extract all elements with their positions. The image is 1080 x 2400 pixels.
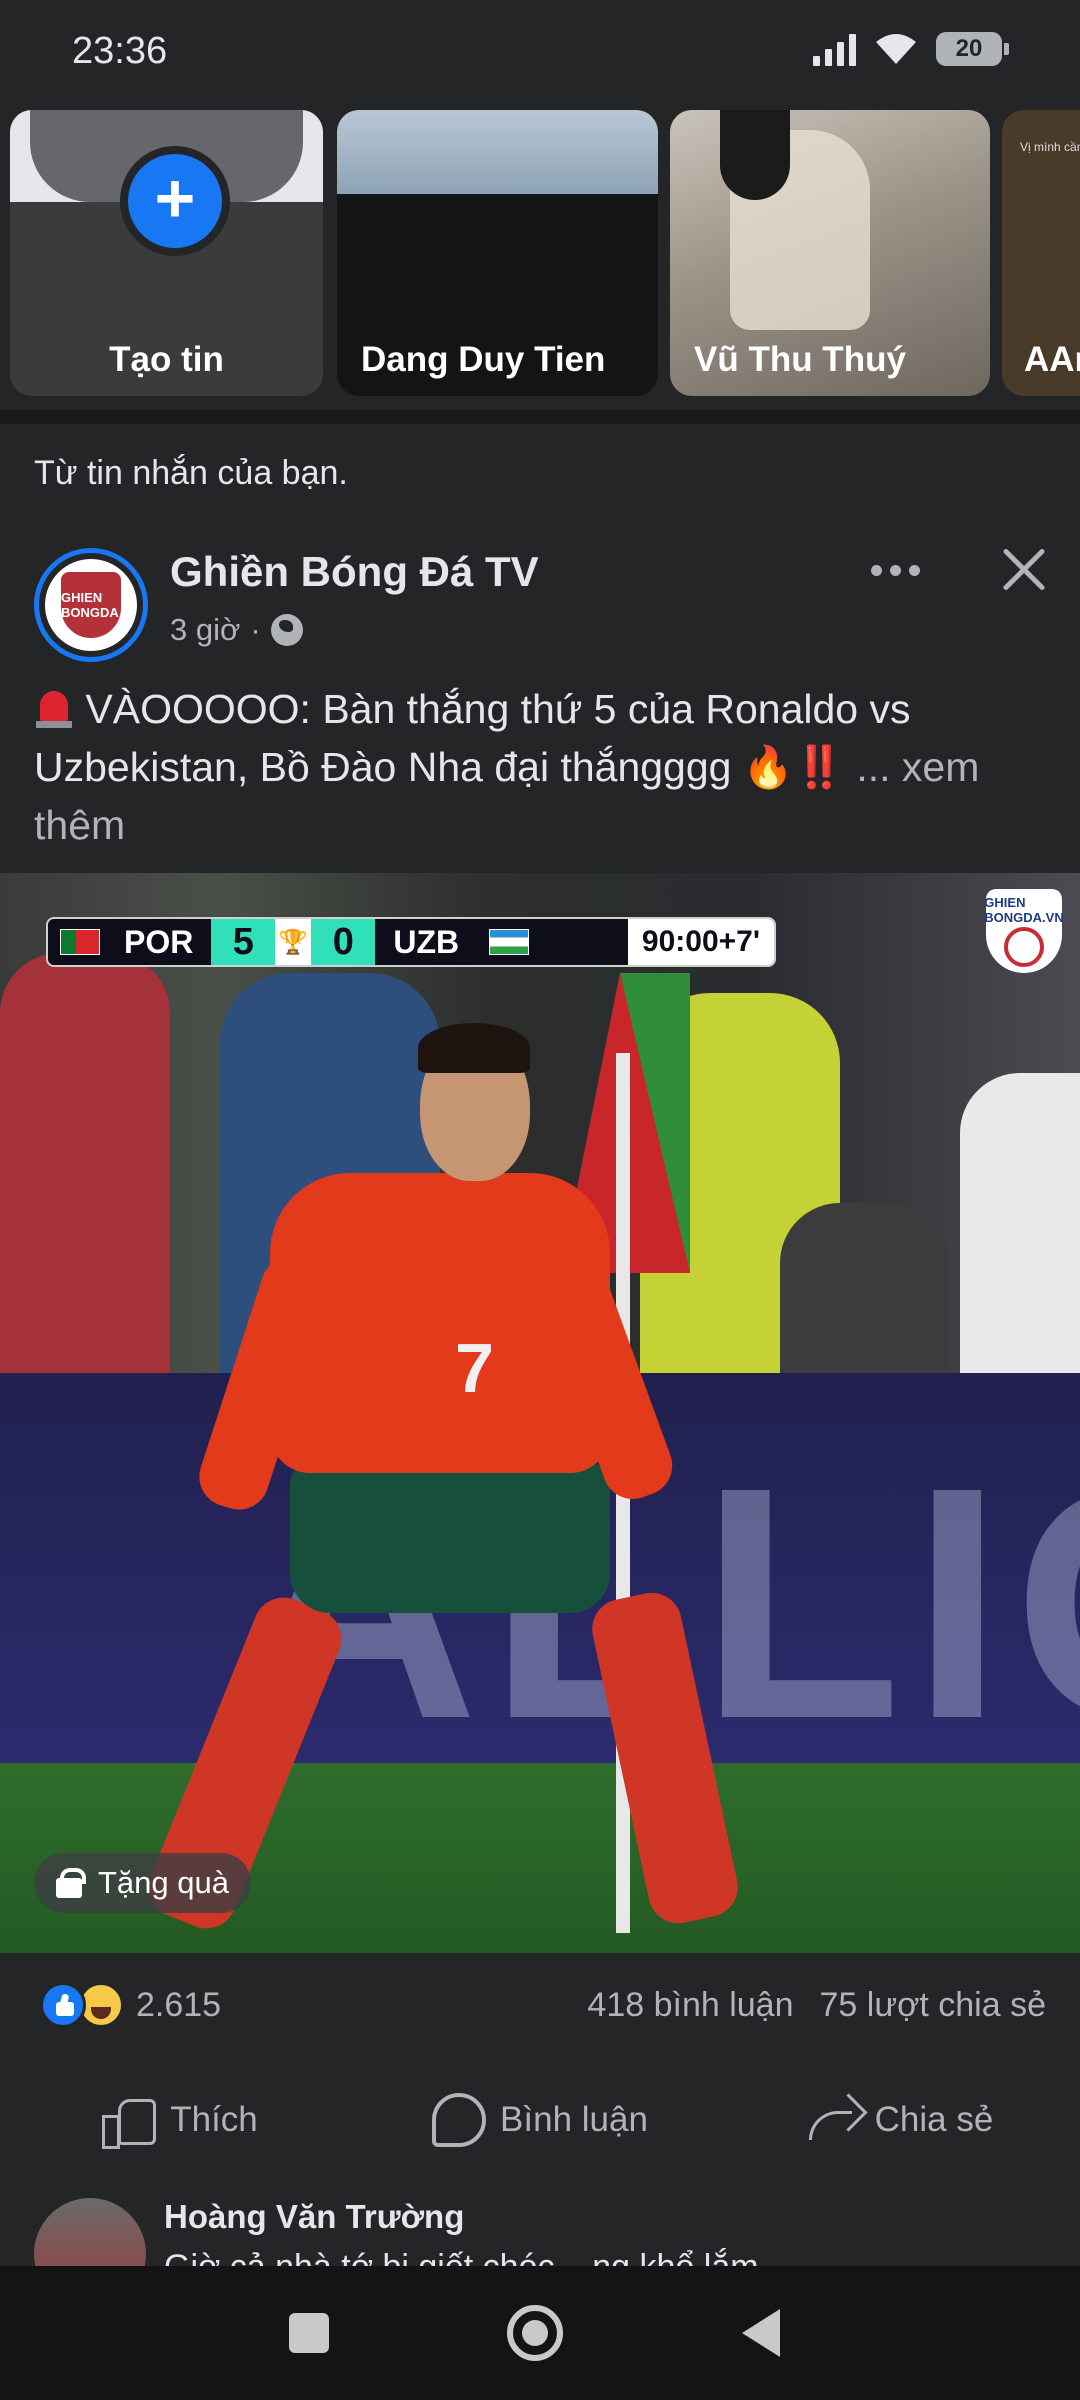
gift-label: Tặng quà <box>98 1865 229 1900</box>
story-card[interactable]: Dang Duy Tien <box>337 110 658 396</box>
stories-row[interactable]: + Tạo tin Dang Duy Tien Vũ Thu Thuý Vị m… <box>0 106 1080 406</box>
image-figure <box>960 1073 1080 1373</box>
post-image[interactable]: ALLIOO 7 POR 5 🏆 0 UZB 90:00+7' GHIEN BO… <box>0 873 1080 1953</box>
section-divider <box>0 410 1080 424</box>
image-figure <box>0 953 170 1373</box>
story-caption: Vị mình cần <box>1020 140 1080 154</box>
system-nav-bar <box>0 2266 1080 2400</box>
recents-icon <box>289 2313 329 2353</box>
reactions-summary[interactable]: 2.615 <box>40 1982 221 2028</box>
globe-icon <box>270 614 303 646</box>
home-score: 5 <box>211 919 276 965</box>
plus-icon[interactable]: + <box>120 146 230 256</box>
comment-icon <box>432 2093 487 2147</box>
story-card[interactable]: Vũ Thu Thuý <box>670 110 990 396</box>
watermark-logo: GHIEN BONGDA.VN <box>984 889 1064 973</box>
image-figure <box>290 1463 610 1613</box>
away-score: 0 <box>311 919 376 965</box>
post-action-bar: Thích Bình luận Chia sẻ <box>0 2080 1080 2160</box>
story-label: Vũ Thu Thuý <box>694 340 906 379</box>
status-icons: 20 <box>813 32 1009 66</box>
battery-icon: 20 <box>936 32 1009 66</box>
ball-icon <box>1004 927 1044 967</box>
engagement-counts: 418 bình luận 75 lượt chia sẻ <box>587 1986 1046 2025</box>
signal-icon <box>813 32 856 66</box>
post-text: VÀOOOOO: Bàn thắng thứ 5 của Ronaldo vs … <box>34 680 1054 854</box>
story-thumbnail-detail <box>720 110 790 200</box>
comment-text: Giờ cả nhà tớ bị giết chóc ...ng khổ lắm <box>164 2248 759 2266</box>
like-button[interactable]: Thích <box>0 2080 360 2160</box>
home-icon <box>507 2305 563 2361</box>
watermark-text: GHIEN BONGDA.VN <box>984 895 1064 925</box>
page-avatar[interactable]: GHIEN BONGDA <box>34 548 148 662</box>
reaction-count: 2.615 <box>136 1985 222 2024</box>
back-icon <box>742 2309 780 2357</box>
wifi-icon <box>876 34 916 64</box>
jersey-number: 7 <box>455 1329 494 1407</box>
feed-hint: Từ tin nhắn của bạn. <box>34 454 348 492</box>
status-bar: 23:36 20 <box>0 0 1080 106</box>
commenter-name[interactable]: Hoàng Văn Trường <box>164 2198 464 2236</box>
image-figure <box>780 1203 950 1373</box>
home-team: POR <box>124 923 194 960</box>
post-time[interactable]: 3 giờ <box>170 612 240 648</box>
story-label: AAn <box>1024 340 1080 379</box>
comment-button[interactable]: Bình luận <box>360 2080 720 2160</box>
create-story-card[interactable]: + Tạo tin <box>10 110 323 396</box>
away-team: UZB <box>393 923 460 960</box>
uzbekistan-flag-icon <box>489 929 530 955</box>
send-gift-button[interactable]: Tặng quà <box>34 1853 251 1913</box>
story-label: Tạo tin <box>109 340 224 379</box>
share-label: Chia sẻ <box>874 2100 994 2139</box>
gift-icon <box>52 1866 86 1900</box>
story-label: Dang Duy Tien <box>361 340 606 379</box>
more-options-button[interactable] <box>860 540 930 600</box>
page-logo: GHIEN BONGDA <box>61 572 121 638</box>
thumbs-up-icon <box>102 2095 157 2149</box>
story-card[interactable]: Vị mình cần AAn <box>1002 110 1080 396</box>
like-reaction-icon <box>40 1982 86 2028</box>
comment-preview[interactable]: Hoàng Văn Trường Giờ cả nhà tớ bị giết c… <box>0 2190 1080 2266</box>
portugal-flag-icon <box>60 929 100 955</box>
close-icon[interactable] <box>994 540 1054 600</box>
match-clock: 90:00+7' <box>627 919 774 965</box>
image-figure <box>418 1023 530 1073</box>
share-icon <box>807 2095 861 2145</box>
recents-button[interactable] <box>234 2266 384 2400</box>
like-label: Thích <box>170 2100 258 2139</box>
back-button[interactable] <box>686 2266 836 2400</box>
scoreboard: POR 5 🏆 0 UZB 90:00+7' <box>46 917 776 967</box>
comment-label: Bình luận <box>500 2100 648 2139</box>
home-button[interactable] <box>460 2266 610 2400</box>
siren-icon <box>34 687 74 729</box>
trophy-icon: 🏆 <box>275 919 312 965</box>
post-body: VÀOOOOO: Bàn thắng thứ 5 của Ronaldo vs … <box>34 686 911 790</box>
share-button[interactable]: Chia sẻ <box>720 2080 1080 2160</box>
meta-separator: · <box>250 612 261 647</box>
comment-count[interactable]: 418 bình luận <box>587 1986 793 2025</box>
page-name[interactable]: Ghiền Bóng Đá TV <box>170 548 539 596</box>
avatar[interactable] <box>34 2198 146 2266</box>
post-meta: 3 giờ · <box>170 612 303 648</box>
player-jersey <box>270 1173 610 1473</box>
status-time: 23:36 <box>72 30 168 72</box>
share-count[interactable]: 75 lượt chia sẻ <box>820 1986 1047 2025</box>
story-thumbnail <box>337 110 658 194</box>
